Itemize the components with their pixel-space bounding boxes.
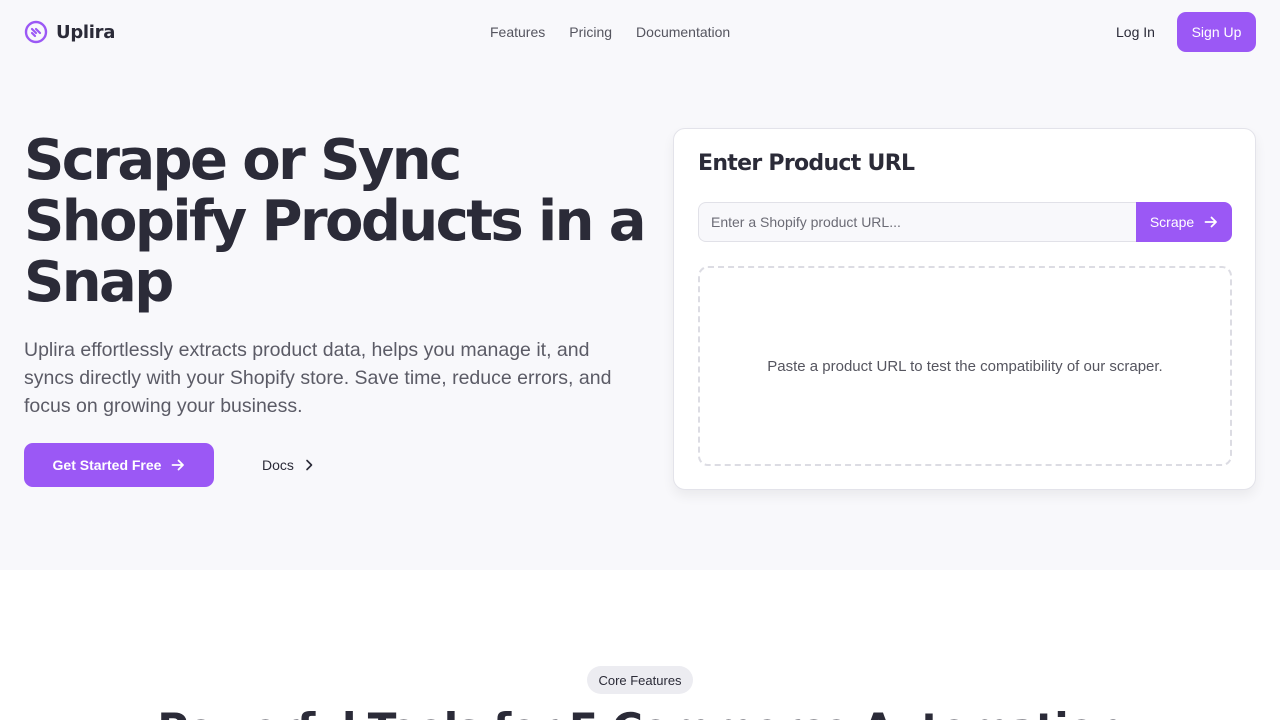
get-started-label: Get Started Free bbox=[52, 457, 162, 473]
brand-logo[interactable]: Uplira bbox=[24, 20, 115, 44]
empty-state-message: Paste a product URL to test the compatib… bbox=[767, 357, 1163, 375]
scrape-label: Scrape bbox=[1149, 214, 1195, 230]
brand-name: Uplira bbox=[56, 21, 116, 43]
arrow-right-icon bbox=[1204, 216, 1218, 228]
hero-title: Scrape or Sync Shopify Products in a Sna… bbox=[24, 128, 647, 315]
core-features-badge: Core Features bbox=[587, 666, 693, 694]
result-placeholder: Paste a product URL to test the compatib… bbox=[698, 266, 1232, 466]
docs-link[interactable]: Docs bbox=[262, 456, 316, 474]
features-title: Powerful Tools for E-Commerce Automation bbox=[0, 704, 1280, 720]
nav-link-documentation[interactable]: Documentation bbox=[636, 23, 730, 41]
signup-button[interactable]: Sign Up bbox=[1177, 12, 1256, 52]
site-header: Uplira Features Pricing Documentation Lo… bbox=[0, 0, 1280, 64]
logo-icon bbox=[24, 20, 48, 44]
main-nav: Features Pricing Documentation bbox=[490, 23, 730, 41]
docs-label: Docs bbox=[262, 457, 294, 473]
hero-subtitle: Uplira effortlessly extracts product dat… bbox=[24, 339, 612, 417]
chevron-right-icon bbox=[306, 459, 313, 471]
get-started-button[interactable]: Get Started Free bbox=[24, 443, 214, 487]
nav-link-pricing[interactable]: Pricing bbox=[569, 23, 612, 41]
scraper-card: Enter Product URL Scrape Paste a product… bbox=[673, 128, 1256, 490]
arrow-right-icon bbox=[172, 459, 185, 471]
scraper-card-title: Enter Product URL bbox=[698, 151, 915, 176]
nav-link-features[interactable]: Features bbox=[490, 23, 545, 41]
scrape-button[interactable]: Scrape bbox=[1136, 202, 1232, 242]
product-url-input[interactable] bbox=[698, 202, 1138, 242]
login-link[interactable]: Log In bbox=[1116, 23, 1155, 41]
